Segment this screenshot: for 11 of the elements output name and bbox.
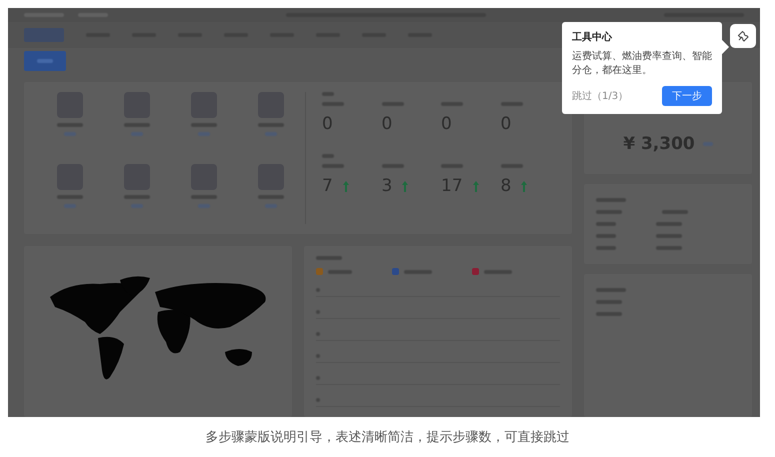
caption: 多步骤蒙版说明引导，表述清晰简洁，提示步骤数，可直接跳过 [204,429,570,447]
up-arrow-icon [472,180,479,192]
tools-button[interactable] [730,24,756,48]
up-arrow-icon [402,180,408,192]
next-step-button[interactable]: 下一步 [662,86,712,106]
skip-button[interactable]: 跳过（1/3） [572,89,628,103]
up-arrow-icon [521,180,528,192]
home-tab[interactable] [24,51,66,71]
up-arrow-icon [342,180,349,192]
popover-text: 运费试算、燃油费率查询、智能分仓，都在这里。 [572,50,712,78]
popover-title: 工具中心 [572,30,613,44]
